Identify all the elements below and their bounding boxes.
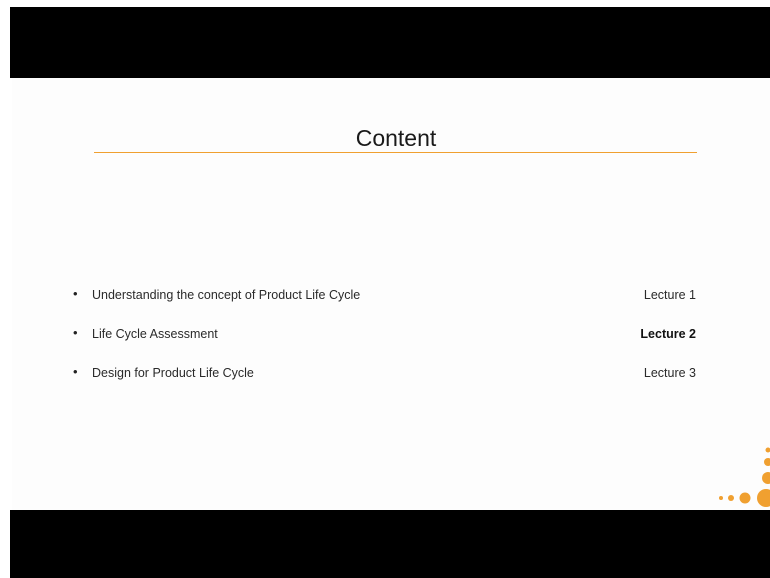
- list-item: • Life Cycle Assessment Lecture 2: [0, 324, 770, 344]
- letterbox-bottom: [10, 510, 770, 578]
- title-underline: [94, 152, 697, 153]
- list-item-text: Design for Product Life Cycle: [92, 366, 254, 380]
- bullet-icon: •: [73, 364, 78, 379]
- bullet-icon: •: [73, 325, 78, 340]
- list-item: • Understanding the concept of Product L…: [0, 285, 770, 305]
- lecture-label: Lecture 3: [643, 366, 696, 380]
- list-item-text: Understanding the concept of Product Lif…: [92, 288, 361, 302]
- lecture-label: Lecture 1: [643, 288, 696, 302]
- list-item: • Design for Product Life Cycle Lecture …: [0, 363, 770, 383]
- letterbox-top: [10, 7, 770, 78]
- bullet-icon: •: [73, 286, 78, 301]
- video-frame: Content • Understanding the concept of P…: [0, 0, 770, 578]
- list-item-text: Life Cycle Assessment: [92, 327, 218, 341]
- lecture-label-current: Lecture 2: [640, 327, 696, 341]
- slide-title: Content: [355, 125, 437, 151]
- orange-dots-icon: [714, 440, 770, 510]
